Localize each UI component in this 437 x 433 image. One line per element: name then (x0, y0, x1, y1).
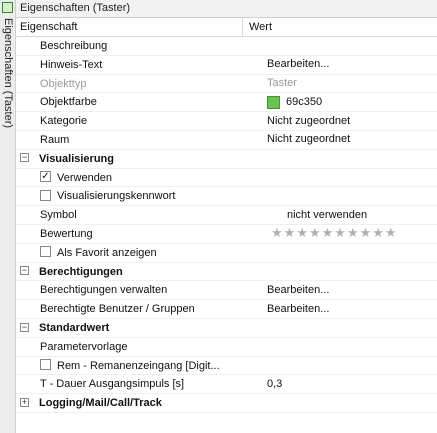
property-label: Kategorie (40, 115, 88, 128)
row-parametervorlage[interactable]: Parametervorlage (16, 338, 437, 357)
rating-stars[interactable]: ★ ★ ★ ★ ★ ★ ★ ★ ★ ★ (267, 225, 437, 243)
kennwort-checkbox[interactable] (40, 189, 51, 201)
row-rem[interactable]: Rem - Remanenzeingang [Digit... (16, 357, 437, 376)
properties-panel: Eigenschaften (Taster) Eigenschaft Wert … (16, 0, 437, 433)
row-raum[interactable]: Raum Nicht zugeordnet (16, 131, 437, 150)
expand-icon[interactable]: + (20, 397, 29, 407)
row-berechtigungen-verwalten[interactable]: Berechtigungen verwalten Bearbeiten... (16, 281, 437, 301)
star-icon[interactable]: ★ (284, 225, 296, 243)
property-label: Bewertung (40, 227, 93, 240)
property-label: Parametervorlage (40, 340, 128, 353)
color-swatch[interactable] (267, 95, 280, 109)
collapse-icon[interactable]: − (20, 266, 29, 276)
property-label: T - Dauer Ausgangsimpuls [s] (40, 378, 185, 391)
property-label: Objektfarbe (40, 96, 97, 109)
row-objektfarbe[interactable]: Objektfarbe 69c350 (16, 93, 437, 113)
color-picker[interactable]: 69c350 (267, 93, 437, 111)
checkbox-label: Als Favorit anzeigen (57, 246, 157, 259)
checkbox-label: Rem - Remanenzeingang [Digit... (57, 359, 220, 372)
property-label: Symbol (40, 209, 77, 222)
checkbox-label: Visualisierungskennwort (57, 190, 176, 203)
color-value: 69c350 (286, 95, 323, 108)
property-value[interactable] (267, 37, 437, 55)
favorit-checkbox[interactable] (40, 246, 51, 258)
star-icon[interactable]: ★ (360, 225, 372, 243)
category-standardwert[interactable]: − Standardwert (16, 319, 437, 338)
row-symbol[interactable]: Symbol nicht verwenden (16, 206, 437, 225)
row-hinweis-text[interactable]: Hinweis-Text Bearbeiten... (16, 56, 437, 75)
property-label: Berechtigungen verwalten (40, 284, 168, 297)
raum-select[interactable]: Nicht zugeordnet (267, 131, 437, 149)
edit-benutzer-link[interactable]: Bearbeiten... (267, 300, 437, 318)
side-tab-label: Eigenschaften (Taster) (2, 18, 14, 129)
star-icon[interactable]: ★ (347, 225, 359, 243)
property-label: Berechtigte Benutzer / Gruppen (40, 303, 195, 316)
properties-icon (2, 2, 13, 13)
panel-title: Eigenschaften (Taster) (16, 0, 437, 18)
row-bewertung[interactable]: Bewertung ★ ★ ★ ★ ★ ★ ★ ★ ★ ★ (16, 225, 437, 244)
star-icon[interactable]: ★ (322, 225, 334, 243)
rem-checkbox[interactable] (40, 359, 51, 371)
star-icon[interactable]: ★ (296, 225, 308, 243)
property-label: Beschreibung (40, 40, 108, 52)
symbol-select[interactable]: nicht verwenden (267, 206, 437, 224)
star-icon[interactable]: ★ (385, 225, 397, 243)
property-label: Raum (40, 133, 70, 146)
side-panel-tab[interactable]: Eigenschaften (Taster) (0, 0, 16, 433)
category-title: Berechtigungen (39, 265, 123, 278)
row-verwenden[interactable]: ✓ Verwenden (16, 169, 437, 188)
kategorie-select[interactable]: Nicht zugeordnet (267, 112, 437, 130)
category-title: Logging/Mail/Call/Track (39, 397, 162, 410)
column-header-value[interactable]: Wert (243, 18, 272, 36)
verwenden-checkbox[interactable]: ✓ (40, 171, 51, 183)
edit-hinweis-link[interactable]: Bearbeiten... (267, 56, 437, 74)
category-visualisierung[interactable]: − Visualisierung (16, 150, 437, 169)
category-title: Standardwert (39, 321, 110, 334)
category-title: Visualisierung (39, 152, 114, 165)
category-berechtigungen[interactable]: − Berechtigungen (16, 263, 437, 282)
star-icon[interactable]: ★ (271, 225, 283, 243)
row-berechtigte-benutzer[interactable]: Berechtigte Benutzer / Gruppen Bearbeite… (16, 300, 437, 319)
column-header-property[interactable]: Eigenschaft (16, 18, 243, 36)
row-als-favorit[interactable]: Als Favorit anzeigen (16, 244, 437, 263)
collapse-icon[interactable]: − (20, 322, 29, 332)
star-icon[interactable]: ★ (372, 225, 384, 243)
checkbox-label: Verwenden (57, 171, 113, 184)
row-kategorie[interactable]: Kategorie Nicht zugeordnet (16, 112, 437, 131)
category-logging[interactable]: + Logging/Mail/Call/Track (16, 394, 437, 413)
row-dauer-ausgangsimpuls[interactable]: T - Dauer Ausgangsimpuls [s] 0,3 (16, 375, 437, 395)
property-label: Hinweis-Text (40, 58, 103, 71)
star-icon[interactable]: ★ (334, 225, 346, 243)
star-icon[interactable]: ★ (309, 225, 321, 243)
edit-berechtigungen-link[interactable]: Bearbeiten... (267, 281, 437, 299)
dauer-input[interactable]: 0,3 (267, 375, 437, 393)
collapse-icon[interactable]: − (20, 153, 29, 163)
row-visualisierungskennwort[interactable]: Visualisierungskennwort (16, 187, 437, 207)
property-value: Taster (267, 77, 297, 90)
column-header: Eigenschaft Wert (16, 18, 437, 37)
row-beschreibung[interactable]: Beschreibung (16, 37, 437, 56)
property-value[interactable] (267, 338, 437, 356)
property-label: Objekttyp (40, 77, 87, 90)
row-objekttyp: Objekttyp Taster (16, 75, 437, 94)
